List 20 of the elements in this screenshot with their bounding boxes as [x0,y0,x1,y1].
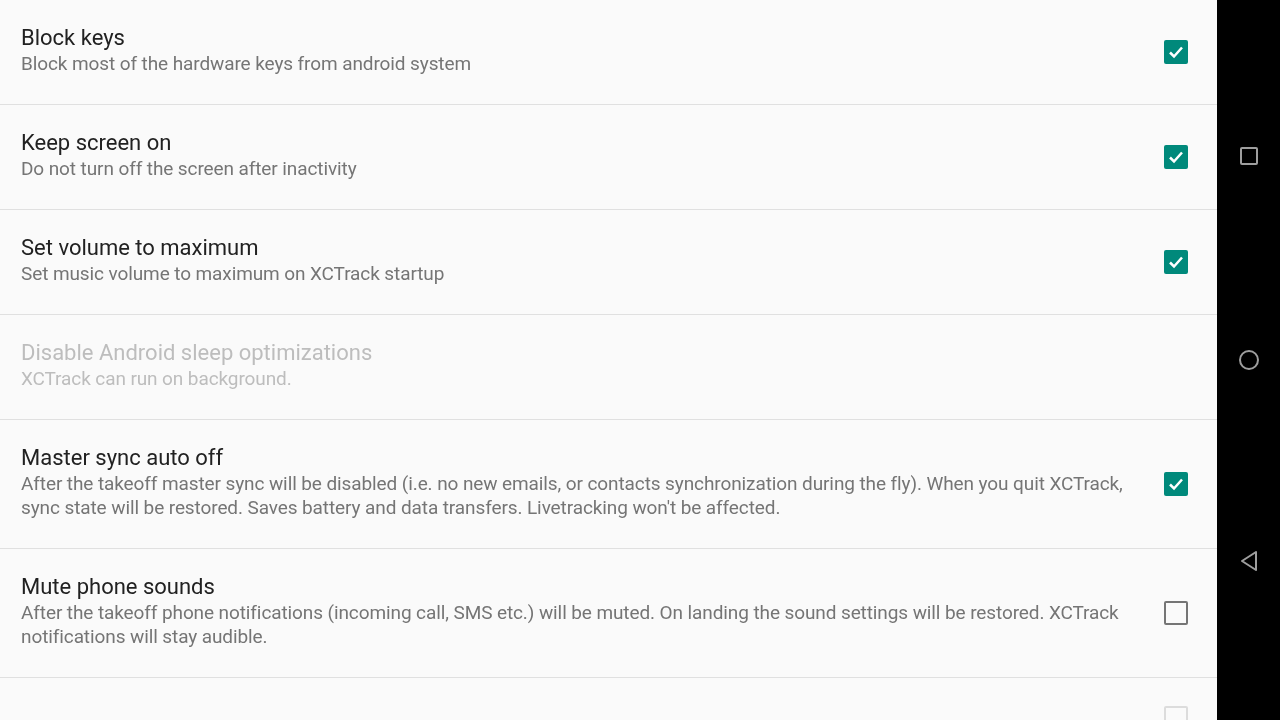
setting-summary: XCTrack can run on background. [21,367,293,391]
checkbox[interactable] [1164,472,1188,496]
setting-summary: Do not turn off the screen after inactivity [21,157,358,181]
checkbox[interactable] [1164,250,1188,274]
checkbox[interactable] [1164,40,1188,64]
back-icon[interactable] [1239,550,1258,572]
checkbox[interactable] [1164,601,1188,625]
setting-title: Disable Android sleep optimizations [21,339,374,367]
checkbox[interactable] [1164,145,1188,169]
setting-title: Mute phone sounds [21,573,216,601]
home-icon[interactable] [1237,349,1260,371]
setting-summary: Set music volume to maximum on XCTrack startup [21,262,446,286]
setting-title: Set volume to maximum [21,234,260,262]
recents-icon[interactable] [1239,147,1258,165]
setting-summary: After the takeoff phone notifications (incoming call, SMS etc.) will be muted. On landing the sound settings will be restored. XCTrack notifications will stay audible. [21,601,1120,649]
setting-title: Keep screen on [21,129,173,157]
setting-summary: Block most of the hardware keys from android system [21,52,472,76]
setting-summary: After the takeoff master sync will be disabled (i.e. no new emails, or contacts synchronization during the fly). When you quit XCTrack, sync state will be restored. Saves battery and data transfers. Livetracking won't be affected. [21,472,1124,520]
setting-title: Block keys [21,24,126,52]
setting-title: Master sync auto off [21,444,225,472]
